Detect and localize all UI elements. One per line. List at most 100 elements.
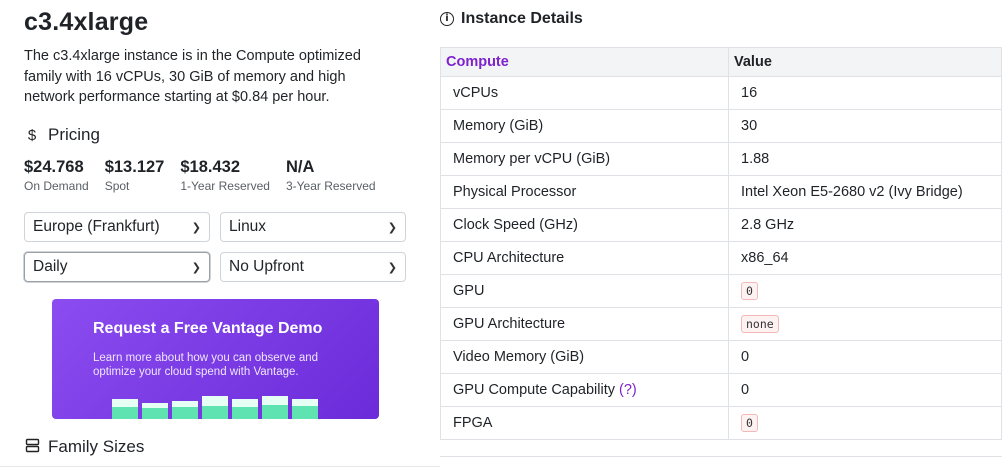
promo-bar (202, 396, 228, 419)
page-title: c3.4xlarge (24, 8, 149, 36)
row-value: 30 (741, 118, 758, 134)
row-value: 0 (741, 382, 750, 398)
row-label: FPGA (453, 415, 493, 431)
row-label: Physical Processor (453, 184, 577, 200)
help-link[interactable]: (?) (619, 382, 637, 398)
left-divider (0, 466, 440, 467)
row-value-cell: 2.8 GHz (728, 208, 1002, 242)
row-label-cell: GPU Compute Capability (?) (440, 373, 729, 407)
chevron-down-icon: ❯ (191, 221, 201, 234)
chevron-down-icon: ❯ (387, 221, 397, 234)
pricing-heading: $ Pricing (24, 125, 100, 145)
price-value: N/A (285, 158, 315, 176)
instance-details-heading-label: Instance Details (461, 10, 583, 27)
row-value-cell: 0 (728, 373, 1002, 407)
promo-bar (142, 403, 168, 419)
price-value: $13.127 (104, 158, 165, 176)
row-value: 0 (741, 349, 750, 365)
instance-description: The c3.4xlarge instance is in the Comput… (24, 48, 361, 105)
table-row: Memory (GiB) 30 (440, 109, 1002, 143)
family-sizes-heading: Family Sizes (24, 437, 144, 457)
row-value-cell: 0 (728, 274, 1002, 308)
row-label-cell: Memory per vCPU (GiB) (440, 142, 729, 176)
dollar-icon: $ (27, 126, 37, 144)
row-value-cell: none (728, 307, 1002, 341)
row-value-cell: 30 (728, 109, 1002, 143)
row-label: CPU Architecture (453, 250, 565, 266)
promo-bar (112, 399, 138, 419)
promo-bar (262, 396, 288, 419)
code-value: 0 (741, 282, 758, 300)
reservation-select[interactable]: No Upfront ❯ (220, 252, 406, 282)
pricing-heading-label: Pricing (48, 125, 100, 144)
row-label: Memory (GiB) (453, 118, 544, 134)
price-label: Spot (104, 179, 130, 193)
table-row: Physical Processor Intel Xeon E5-2680 v2 … (440, 175, 1002, 209)
row-label: GPU Architecture (453, 316, 566, 332)
price-label: 3-Year Reserved (285, 179, 376, 193)
table-header-row: Compute Value (440, 47, 1002, 77)
row-label: Memory per vCPU (GiB) (453, 151, 611, 167)
price-3yr-reserved: N/A 3-Year Reserved (286, 156, 376, 193)
row-value: 16 (741, 85, 758, 101)
info-circle-icon: i (440, 12, 454, 26)
details-table-body: vCPUs 16 Memory (GiB) 30 Memory per vCPU (Gi… (440, 76, 1002, 440)
instance-details-table: Compute Value vCPUs 16 Memory (GiB) 30 Memor… (440, 47, 1002, 440)
row-label: Video Memory (GiB) (453, 349, 585, 365)
table-row: FPGA 0 (440, 406, 1002, 440)
family-sizes-heading-label: Family Sizes (48, 437, 145, 456)
row-value: 2.8 GHz (741, 217, 795, 233)
column-header-value: Value (728, 47, 1002, 77)
period-select-value: Daily (33, 258, 68, 275)
table-row: GPU Architecture none (440, 307, 1002, 341)
os-select-value: Linux (229, 218, 267, 235)
os-select[interactable]: Linux ❯ (220, 212, 406, 242)
row-label-cell: Memory (GiB) (440, 109, 729, 143)
row-label-cell: CPU Architecture (440, 241, 729, 275)
chevron-down-icon: ❯ (387, 261, 397, 274)
promo-bar (292, 399, 318, 419)
row-value: x86_64 (741, 250, 789, 266)
table-row: CPU Architecture x86_64 (440, 241, 1002, 275)
reservation-select-value: No Upfront (229, 258, 304, 275)
row-value-cell: 0 (728, 406, 1002, 440)
price-summary: $24.768 On Demand $13.127 Spot $18.432 1… (24, 156, 392, 193)
table-row: Video Memory (GiB) 0 (440, 340, 1002, 374)
row-label: Clock Speed (GHz) (453, 217, 578, 233)
row-label-cell: GPU (440, 274, 729, 308)
promo-bar (232, 399, 258, 419)
chevron-down-icon: ❯ (191, 261, 201, 274)
price-on-demand: $24.768 On Demand (24, 156, 89, 193)
row-label-cell: vCPUs (440, 76, 729, 110)
row-label-cell: Clock Speed (GHz) (440, 208, 729, 242)
price-label: 1-Year Reserved (180, 179, 270, 193)
promo-heading: Request a Free Vantage Demo (93, 320, 323, 337)
vantage-demo-banner[interactable]: Request a Free Vantage Demo Learn more a… (52, 299, 379, 419)
code-value: none (741, 315, 779, 333)
row-value: 1.88 (741, 151, 770, 167)
promo-bar-graphic (112, 393, 322, 419)
region-select-value: Europe (Frankfurt) (33, 218, 160, 235)
stacked-boxes-icon (24, 438, 40, 457)
price-1yr-reserved: $18.432 1-Year Reserved (180, 156, 270, 193)
table-row: GPU Compute Capability (?) 0 (440, 373, 1002, 407)
table-row: Clock Speed (GHz) 2.8 GHz (440, 208, 1002, 242)
price-label: On Demand (24, 179, 89, 193)
next-table-header-cutoff (440, 456, 1002, 469)
code-value: 0 (741, 414, 758, 432)
row-value-cell: 0 (728, 340, 1002, 374)
region-select[interactable]: Europe (Frankfurt) ❯ (24, 212, 210, 242)
row-value-cell: 16 (728, 76, 1002, 110)
table-row: GPU 0 (440, 274, 1002, 308)
row-label-cell: Physical Processor (440, 175, 729, 209)
promo-text: Learn more about how you can observe and… (93, 352, 319, 378)
promo-bar (172, 401, 198, 419)
row-value-cell: x86_64 (728, 241, 1002, 275)
period-select[interactable]: Daily ❯ (24, 252, 210, 282)
row-label: GPU Compute Capability (453, 382, 615, 398)
instance-details-heading: i Instance Details (440, 10, 583, 28)
row-value-cell: Intel Xeon E5-2680 v2 (Ivy Bridge) (728, 175, 1002, 209)
column-header-compute: Compute (440, 47, 729, 77)
row-value: Intel Xeon E5-2680 v2 (Ivy Bridge) (741, 184, 963, 200)
price-value: $24.768 (24, 158, 84, 176)
